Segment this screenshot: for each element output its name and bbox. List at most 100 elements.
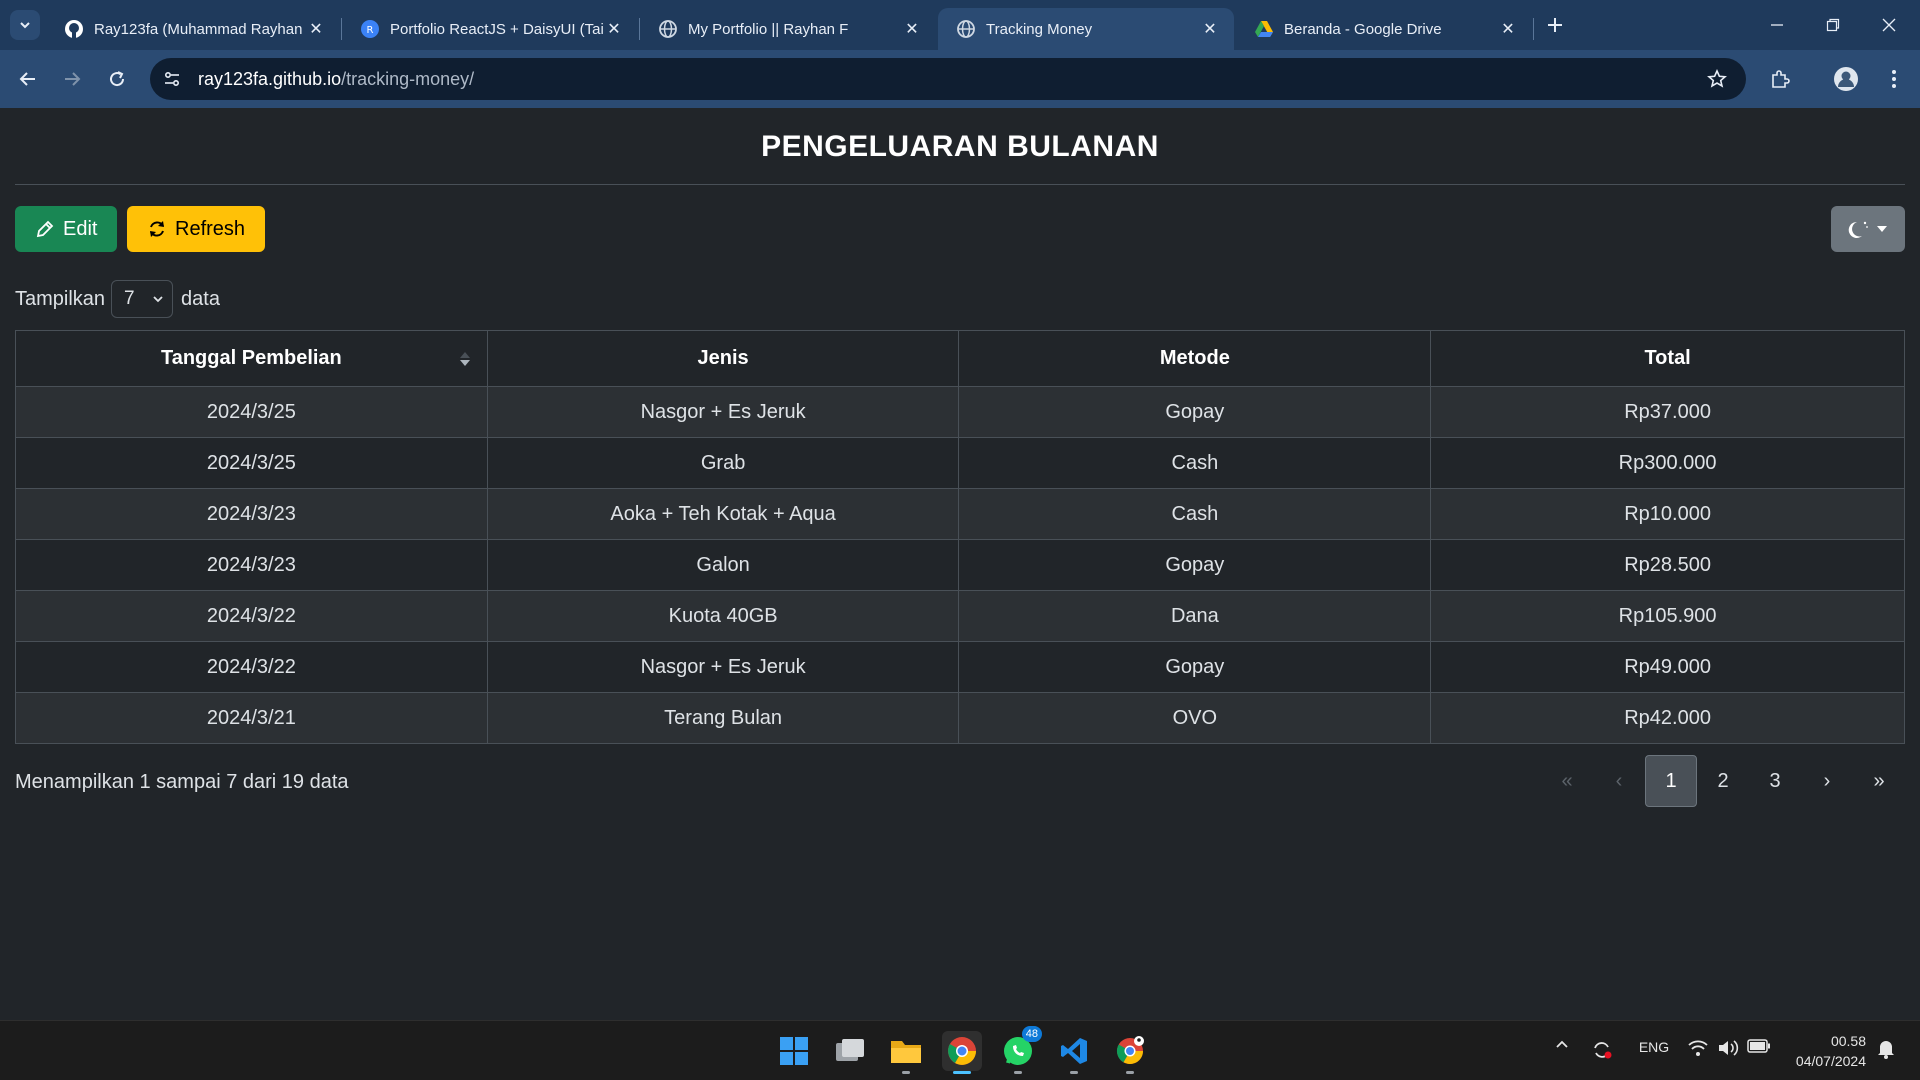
- cell-total: Rp105.900: [1430, 590, 1905, 642]
- browser-tab-tracking-money[interactable]: Tracking Money ✕: [938, 8, 1234, 50]
- tab-separator: [1533, 18, 1534, 40]
- browser-tab-github[interactable]: Ray123fa (Muhammad Rayhan Firdaus) ✕: [46, 8, 340, 50]
- tab-title: Portfolio ReactJS + DaisyUI (Tailwind): [390, 20, 604, 38]
- puzzle-icon: [1772, 70, 1790, 88]
- table-header-row: Tanggal Pembelian Jenis Metode Total: [15, 330, 1905, 387]
- volume-icon[interactable]: [1716, 1039, 1740, 1057]
- running-indicator: [1126, 1071, 1134, 1074]
- column-header-label: Metode: [1159, 347, 1230, 369]
- page-length-value: 7: [124, 288, 135, 309]
- clock-date: 04/07/2024: [1795, 1053, 1866, 1069]
- reload-button[interactable]: [101, 63, 133, 95]
- chevron-up-icon[interactable]: [1552, 1039, 1572, 1049]
- edit-button-label: Edit: [63, 217, 98, 240]
- chrome-icon[interactable]: [942, 1031, 982, 1074]
- cell-total: Rp28.500: [1430, 539, 1905, 591]
- close-icon[interactable]: ✕: [604, 19, 624, 39]
- length-suffix: data: [181, 287, 220, 310]
- close-icon[interactable]: ✕: [306, 19, 326, 39]
- table-row: 2024/3/25 Grab Cash Rp300.000: [15, 437, 1905, 489]
- pagination-first[interactable]: «: [1541, 755, 1593, 807]
- page-content: PENGELUARAN BULANAN Edit Refresh Tampilk…: [0, 108, 1920, 1020]
- wifi-icon[interactable]: [1686, 1039, 1710, 1057]
- system-clock[interactable]: 00.58 04/07/2024: [1796, 1031, 1866, 1071]
- pagination-page-1[interactable]: 1: [1645, 755, 1697, 807]
- edit-button[interactable]: Edit: [15, 206, 118, 252]
- plus-icon: [1548, 18, 1562, 32]
- cell-type: Nasgor + Es Jeruk: [486, 641, 960, 693]
- chrome-profile-icon[interactable]: [1110, 1031, 1150, 1074]
- globe-icon: [956, 19, 976, 39]
- sync-icon[interactable]: [1590, 1039, 1614, 1061]
- close-icon[interactable]: ✕: [902, 19, 922, 39]
- browser-tab-google-drive[interactable]: Beranda - Google Drive ✕: [1236, 8, 1532, 50]
- language-indicator[interactable]: ENG: [1634, 1039, 1674, 1055]
- cell-method: Dana: [958, 590, 1432, 642]
- cell-date: 2024/3/21: [15, 692, 488, 744]
- new-tab-button[interactable]: [1540, 12, 1570, 38]
- tab-title: Beranda - Google Drive: [1284, 20, 1442, 38]
- browser-tab-portfolio-react[interactable]: R Portfolio ReactJS + DaisyUI (Tailwind)…: [342, 8, 638, 50]
- browser-tab-my-portfolio[interactable]: My Portfolio || Rayhan F ✕: [640, 8, 936, 50]
- reload-icon: [110, 71, 125, 87]
- close-icon[interactable]: ✕: [1498, 19, 1518, 39]
- close-window-button[interactable]: [1866, 8, 1912, 42]
- cell-type: Aoka + Teh Kotak + Aqua: [486, 488, 960, 540]
- tab-search-button[interactable]: [10, 10, 40, 40]
- google-drive-icon: [1254, 19, 1274, 39]
- column-header-tanggal[interactable]: Tanggal Pembelian: [15, 330, 488, 387]
- address-bar[interactable]: ray123fa.github.io/tracking-money/: [150, 58, 1746, 100]
- page-title: PENGELUARAN BULANAN: [761, 130, 1159, 163]
- cell-type: Grab: [486, 437, 960, 489]
- length-prefix: Tampilkan: [15, 287, 106, 310]
- page-length-control: Tampilkan 7 data: [15, 280, 220, 318]
- github-icon: [64, 19, 84, 39]
- arrow-right-icon: [65, 72, 81, 86]
- minimize-button[interactable]: [1754, 8, 1800, 42]
- whatsapp-icon[interactable]: 48: [998, 1026, 1042, 1074]
- battery-icon[interactable]: [1746, 1039, 1772, 1053]
- pagination-prev[interactable]: ‹: [1593, 755, 1645, 807]
- running-indicator: [902, 1071, 910, 1074]
- file-explorer-icon[interactable]: [886, 1031, 926, 1074]
- refresh-button-label: Refresh: [175, 217, 246, 240]
- column-header-total[interactable]: Total: [1430, 330, 1905, 387]
- page-length-select[interactable]: 7: [111, 280, 174, 318]
- table-row: 2024/3/25 Nasgor + Es Jeruk Gopay Rp37.0…: [15, 386, 1905, 438]
- windows-start-icon[interactable]: [774, 1031, 814, 1071]
- restore-button[interactable]: [1810, 8, 1856, 42]
- pagination-page-3[interactable]: 3: [1749, 755, 1801, 807]
- back-button[interactable]: [12, 63, 44, 95]
- bookmark-star-icon[interactable]: [1702, 64, 1732, 94]
- table-row: 2024/3/21 Terang Bulan OVO Rp42.000: [15, 692, 1905, 744]
- column-header-jenis[interactable]: Jenis: [486, 330, 960, 387]
- notification-badge: 48: [1021, 1026, 1042, 1042]
- chrome-menu-button[interactable]: [1878, 63, 1910, 95]
- notification-bell-icon[interactable]: [1874, 1039, 1898, 1059]
- cell-method: Gopay: [958, 539, 1432, 591]
- theme-toggle-button[interactable]: [1831, 206, 1905, 252]
- chevron-down-icon: [153, 296, 163, 303]
- pagination-next[interactable]: ›: [1801, 755, 1853, 807]
- column-header-metode[interactable]: Metode: [958, 330, 1432, 387]
- extensions-button[interactable]: [1764, 63, 1796, 95]
- task-view-icon[interactable]: [830, 1031, 870, 1071]
- column-header-label: Total: [1644, 347, 1691, 369]
- tab-title: My Portfolio || Rayhan F: [688, 20, 849, 38]
- pagination-last[interactable]: »: [1853, 755, 1905, 807]
- refresh-button[interactable]: Refresh: [127, 206, 266, 252]
- profile-button[interactable]: [1830, 63, 1862, 95]
- pagination-page-2[interactable]: 2: [1697, 755, 1749, 807]
- cell-method: OVO: [958, 692, 1432, 744]
- close-icon: [1882, 18, 1896, 32]
- more-vert-icon: [1892, 70, 1896, 88]
- close-icon[interactable]: ✕: [1200, 19, 1220, 39]
- site-info-icon[interactable]: [156, 63, 188, 95]
- cell-type: Kuota 40GB: [486, 590, 960, 642]
- vscode-icon[interactable]: [1054, 1031, 1094, 1074]
- column-header-label: Jenis: [697, 347, 749, 369]
- tab-title: Tracking Money: [986, 20, 1093, 38]
- cell-method: Gopay: [958, 386, 1432, 438]
- forward-button[interactable]: [56, 63, 88, 95]
- arrow-left-icon: [19, 72, 35, 86]
